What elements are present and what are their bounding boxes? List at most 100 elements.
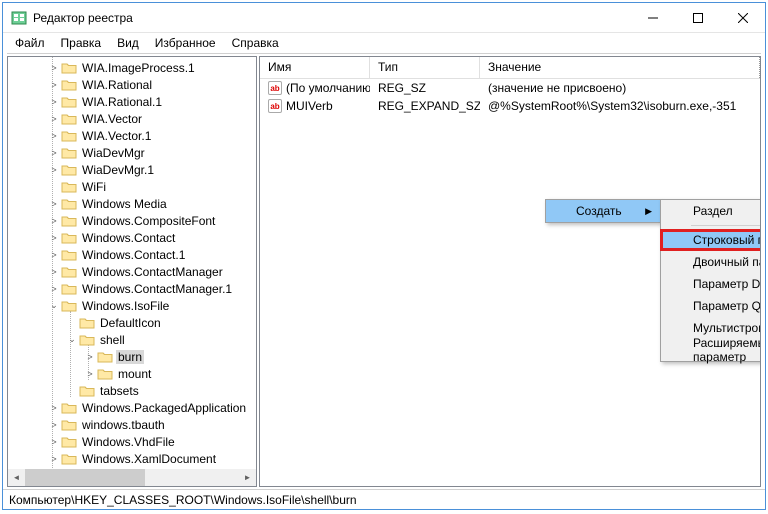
col-value[interactable]: Значение	[480, 57, 760, 78]
tree-item[interactable]: DefaultIcon	[8, 314, 256, 331]
chevron-right-icon[interactable]: >	[48, 63, 60, 73]
col-name[interactable]: Имя	[260, 57, 370, 78]
tree-item-label: shell	[98, 333, 127, 347]
tree-item-label: WIA.Rational	[80, 78, 154, 92]
value-row[interactable]: ab(По умолчанию)REG_SZ(значение не присв…	[260, 79, 760, 97]
chevron-right-icon[interactable]: >	[48, 403, 60, 413]
scroll-left-icon[interactable]: ◄	[8, 469, 25, 486]
tree-item-label: WIA.Vector.1	[80, 129, 153, 143]
tree-item[interactable]: >mount	[8, 365, 256, 382]
context-item-create[interactable]: Создать ▶	[546, 200, 660, 222]
tree-item[interactable]: > WiaDevMgr.1	[8, 161, 256, 178]
tree-item-label: Windows Media	[80, 197, 169, 211]
chevron-right-icon[interactable]: >	[48, 420, 60, 430]
maximize-button[interactable]	[675, 3, 720, 32]
submenu-item[interactable]: Двоичный параметр	[661, 251, 761, 273]
chevron-right-icon[interactable]: >	[48, 216, 60, 226]
scroll-right-icon[interactable]: ►	[239, 469, 256, 486]
folder-icon	[61, 180, 77, 194]
tree-item[interactable]: >WIA.Vector	[8, 110, 256, 127]
tree-item-label: Windows.IsoFile	[80, 299, 171, 313]
close-button[interactable]	[720, 3, 765, 32]
list-pane[interactable]: Имя Тип Значение ab(По умолчанию)REG_SZ(…	[259, 56, 761, 487]
tree-item[interactable]: ⌄ shell	[8, 331, 256, 348]
tree-item[interactable]: tabsets	[8, 382, 256, 399]
folder-icon	[79, 316, 95, 330]
chevron-right-icon[interactable]: >	[48, 165, 60, 175]
tree-item[interactable]: ⌄ Windows.IsoFile	[8, 297, 256, 314]
chevron-right-icon[interactable]: >	[84, 352, 96, 362]
folder-icon	[61, 163, 77, 177]
chevron-right-icon[interactable]: >	[48, 199, 60, 209]
tree-item-label: tabsets	[98, 384, 141, 398]
tree-item[interactable]: WiFi	[8, 178, 256, 195]
chevron-right-icon[interactable]: >	[48, 284, 60, 294]
tree-item[interactable]: > WIA.Rational	[8, 76, 256, 93]
tree-item[interactable]: >WiaDevMgr	[8, 144, 256, 161]
tree-item-label: WiaDevMgr.1	[80, 163, 156, 177]
chevron-right-icon[interactable]: >	[48, 148, 60, 158]
chevron-right-icon[interactable]: >	[48, 454, 60, 464]
submenu-item[interactable]: Раздел	[661, 200, 761, 222]
list-body[interactable]: ab(По умолчанию)REG_SZ(значение не присв…	[260, 79, 760, 115]
chevron-right-icon[interactable]: >	[48, 437, 60, 447]
content: >WIA.ImageProcess.1>WIA.Rational>WIA.Rat…	[7, 53, 761, 489]
folder-icon	[61, 146, 77, 160]
chevron-right-icon[interactable]: >	[48, 114, 60, 124]
minimize-button[interactable]	[630, 3, 675, 32]
chevron-down-icon[interactable]: ⌄	[66, 334, 78, 345]
tree-item[interactable]: >Windows.Contact.1	[8, 246, 256, 263]
menu-edit[interactable]: Правка	[55, 34, 108, 52]
chevron-down-icon[interactable]: ⌄	[48, 300, 60, 311]
tree-item[interactable]: >windows.tbauth	[8, 416, 256, 433]
folder-icon	[61, 214, 77, 228]
chevron-right-icon[interactable]: >	[48, 80, 60, 90]
tree-pane[interactable]: >WIA.ImageProcess.1>WIA.Rational>WIA.Rat…	[7, 56, 257, 487]
chevron-right-icon[interactable]: >	[84, 369, 96, 379]
titlebar[interactable]: Редактор реестра	[3, 3, 765, 33]
scroll-thumb[interactable]	[25, 469, 145, 486]
chevron-right-icon[interactable]: >	[48, 97, 60, 107]
chevron-right-icon[interactable]: >	[48, 250, 60, 260]
tree-item[interactable]: >Windows.CompositeFont	[8, 212, 256, 229]
tree-item[interactable]: >burn	[8, 348, 256, 365]
tree-item[interactable]: >WIA.ImageProcess.1	[8, 59, 256, 76]
menu-help[interactable]: Справка	[226, 34, 285, 52]
chevron-right-icon[interactable]: >	[48, 267, 60, 277]
chevron-right-icon[interactable]: >	[48, 233, 60, 243]
folder-icon	[61, 112, 77, 126]
tree-item[interactable]: >Windows.Contact	[8, 229, 256, 246]
value-row[interactable]: abMUIVerbREG_EXPAND_SZ@%SystemRoot%\Syst…	[260, 97, 760, 115]
tree-hscrollbar[interactable]: ◄ ►	[8, 469, 256, 486]
folder-icon	[61, 265, 77, 279]
menu-favorites[interactable]: Избранное	[149, 34, 222, 52]
folder-icon	[97, 350, 113, 364]
tree[interactable]: >WIA.ImageProcess.1>WIA.Rational>WIA.Rat…	[8, 57, 256, 469]
submenu-item[interactable]: Параметр DWORD (32 бита)	[661, 273, 761, 295]
folder-icon	[61, 78, 77, 92]
folder-icon	[61, 95, 77, 109]
value-type: REG_EXPAND_SZ	[370, 99, 480, 113]
tree-item-label: WIA.Rational.1	[80, 95, 164, 109]
chevron-right-icon[interactable]: >	[48, 131, 60, 141]
tree-item[interactable]: > Windows.VhdFile	[8, 433, 256, 450]
menu-file[interactable]: Файл	[9, 34, 51, 52]
submenu-item[interactable]: Расширяемый строковый параметр	[661, 339, 761, 361]
tree-item[interactable]: >Windows.ContactManager.1	[8, 280, 256, 297]
tree-item[interactable]: > Windows Media	[8, 195, 256, 212]
tree-item[interactable]: >Windows.XamlDocument	[8, 450, 256, 467]
menu-view[interactable]: Вид	[111, 34, 145, 52]
folder-icon	[61, 231, 77, 245]
tree-item-label: Windows.ContactManager	[80, 265, 225, 279]
tree-item[interactable]: > Windows.ContactManager	[8, 263, 256, 280]
folder-icon	[61, 129, 77, 143]
tree-item-label: Windows.VhdFile	[80, 435, 177, 449]
folder-icon	[79, 333, 95, 347]
col-type[interactable]: Тип	[370, 57, 480, 78]
submenu-item[interactable]: Параметр QWORD (64 бита)	[661, 295, 761, 317]
submenu-item[interactable]: Строковый параметр	[661, 229, 761, 251]
tree-item[interactable]: > WIA.Rational.1	[8, 93, 256, 110]
string-value-icon: ab	[268, 99, 282, 113]
tree-item[interactable]: > WIA.Vector.1	[8, 127, 256, 144]
tree-item[interactable]: >Windows.PackagedApplication	[8, 399, 256, 416]
